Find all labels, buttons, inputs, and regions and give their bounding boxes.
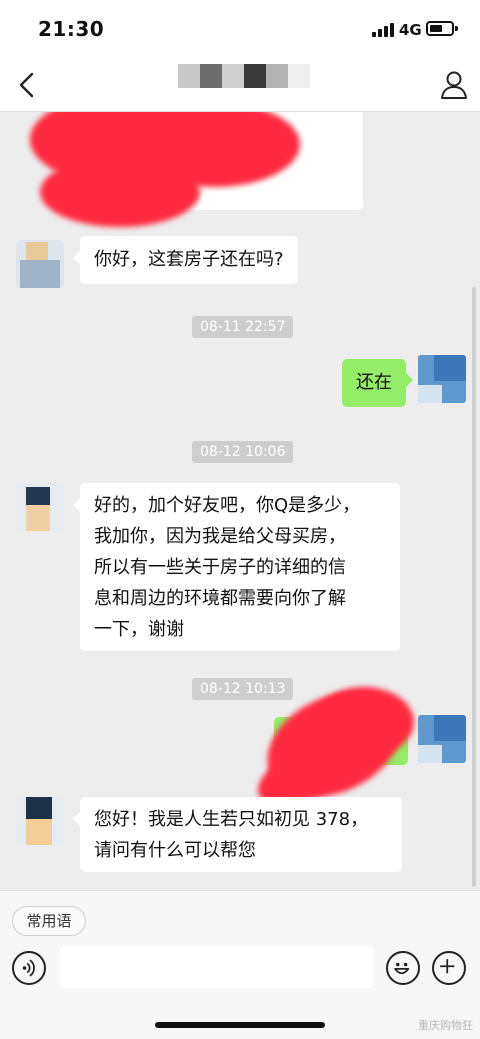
message-line: 我加你，因为我是给父母买房， (94, 526, 346, 547)
message-received: 您好！我是人生若只如初见 378， 请问有什么可以帮您 (73, 797, 402, 872)
signal-icon (372, 23, 396, 37)
status-bar: 21:30 4G (0, 0, 480, 58)
message-received: 你好，这套房子还在吗? (73, 236, 298, 284)
my-avatar[interactable] (418, 355, 466, 403)
back-arrow-icon[interactable] (14, 70, 42, 100)
timestamp: 08-12 10:13 (192, 678, 294, 700)
nav-bar (0, 58, 480, 112)
profile-icon[interactable] (440, 70, 468, 100)
status-time: 21:30 (38, 17, 105, 41)
message-line: 一下，谢谢 (94, 619, 184, 640)
message-line: 息和周边的环境都需要向你了解 (94, 588, 346, 609)
input-bar: 常用语 重庆购物狂 (0, 890, 480, 1039)
message-received: 好的，加个好友吧，你Q是多少， 我加你，因为我是给父母买房， 所以有一些关于房子… (73, 483, 400, 651)
watermark: 重庆购物狂 (418, 1019, 473, 1032)
message-text: 你好，这套房子还在吗? (94, 249, 284, 270)
redacted-message-card (30, 112, 363, 227)
common-phrases-button[interactable]: 常用语 (12, 906, 86, 936)
battery-cap (455, 26, 458, 31)
message-line: 请问有什么可以帮您 (94, 840, 256, 861)
emoji-icon[interactable] (386, 951, 420, 985)
message-sent: 还在 (342, 359, 413, 407)
message-line: 您好！我是人生若只如初见 378， (94, 809, 369, 830)
chat-area[interactable]: 你好，这套房子还在吗? 08-11 22:57 还在 08-12 10:06 好… (0, 112, 480, 890)
message-line: 所以有一些关于房子的详细的信 (94, 557, 346, 578)
contact-avatar[interactable] (16, 797, 64, 845)
redacted-sent-message (248, 671, 418, 818)
contact-avatar[interactable] (16, 483, 64, 531)
battery-icon (426, 21, 454, 36)
plus-icon[interactable] (432, 951, 466, 985)
contact-avatar[interactable] (16, 240, 64, 288)
message-text: 还在 (356, 372, 392, 393)
timestamp: 08-11 22:57 (192, 316, 294, 338)
timestamp: 08-12 10:06 (192, 441, 294, 463)
my-avatar[interactable] (418, 715, 466, 763)
voice-icon[interactable] (12, 951, 46, 985)
scrollbar[interactable] (472, 287, 476, 887)
home-indicator[interactable] (155, 1022, 325, 1028)
network-type: 4G (399, 21, 422, 39)
chat-title-redacted (178, 64, 310, 88)
message-line: 好的，加个好友吧，你Q是多少， (94, 495, 361, 516)
message-input[interactable] (60, 946, 374, 988)
